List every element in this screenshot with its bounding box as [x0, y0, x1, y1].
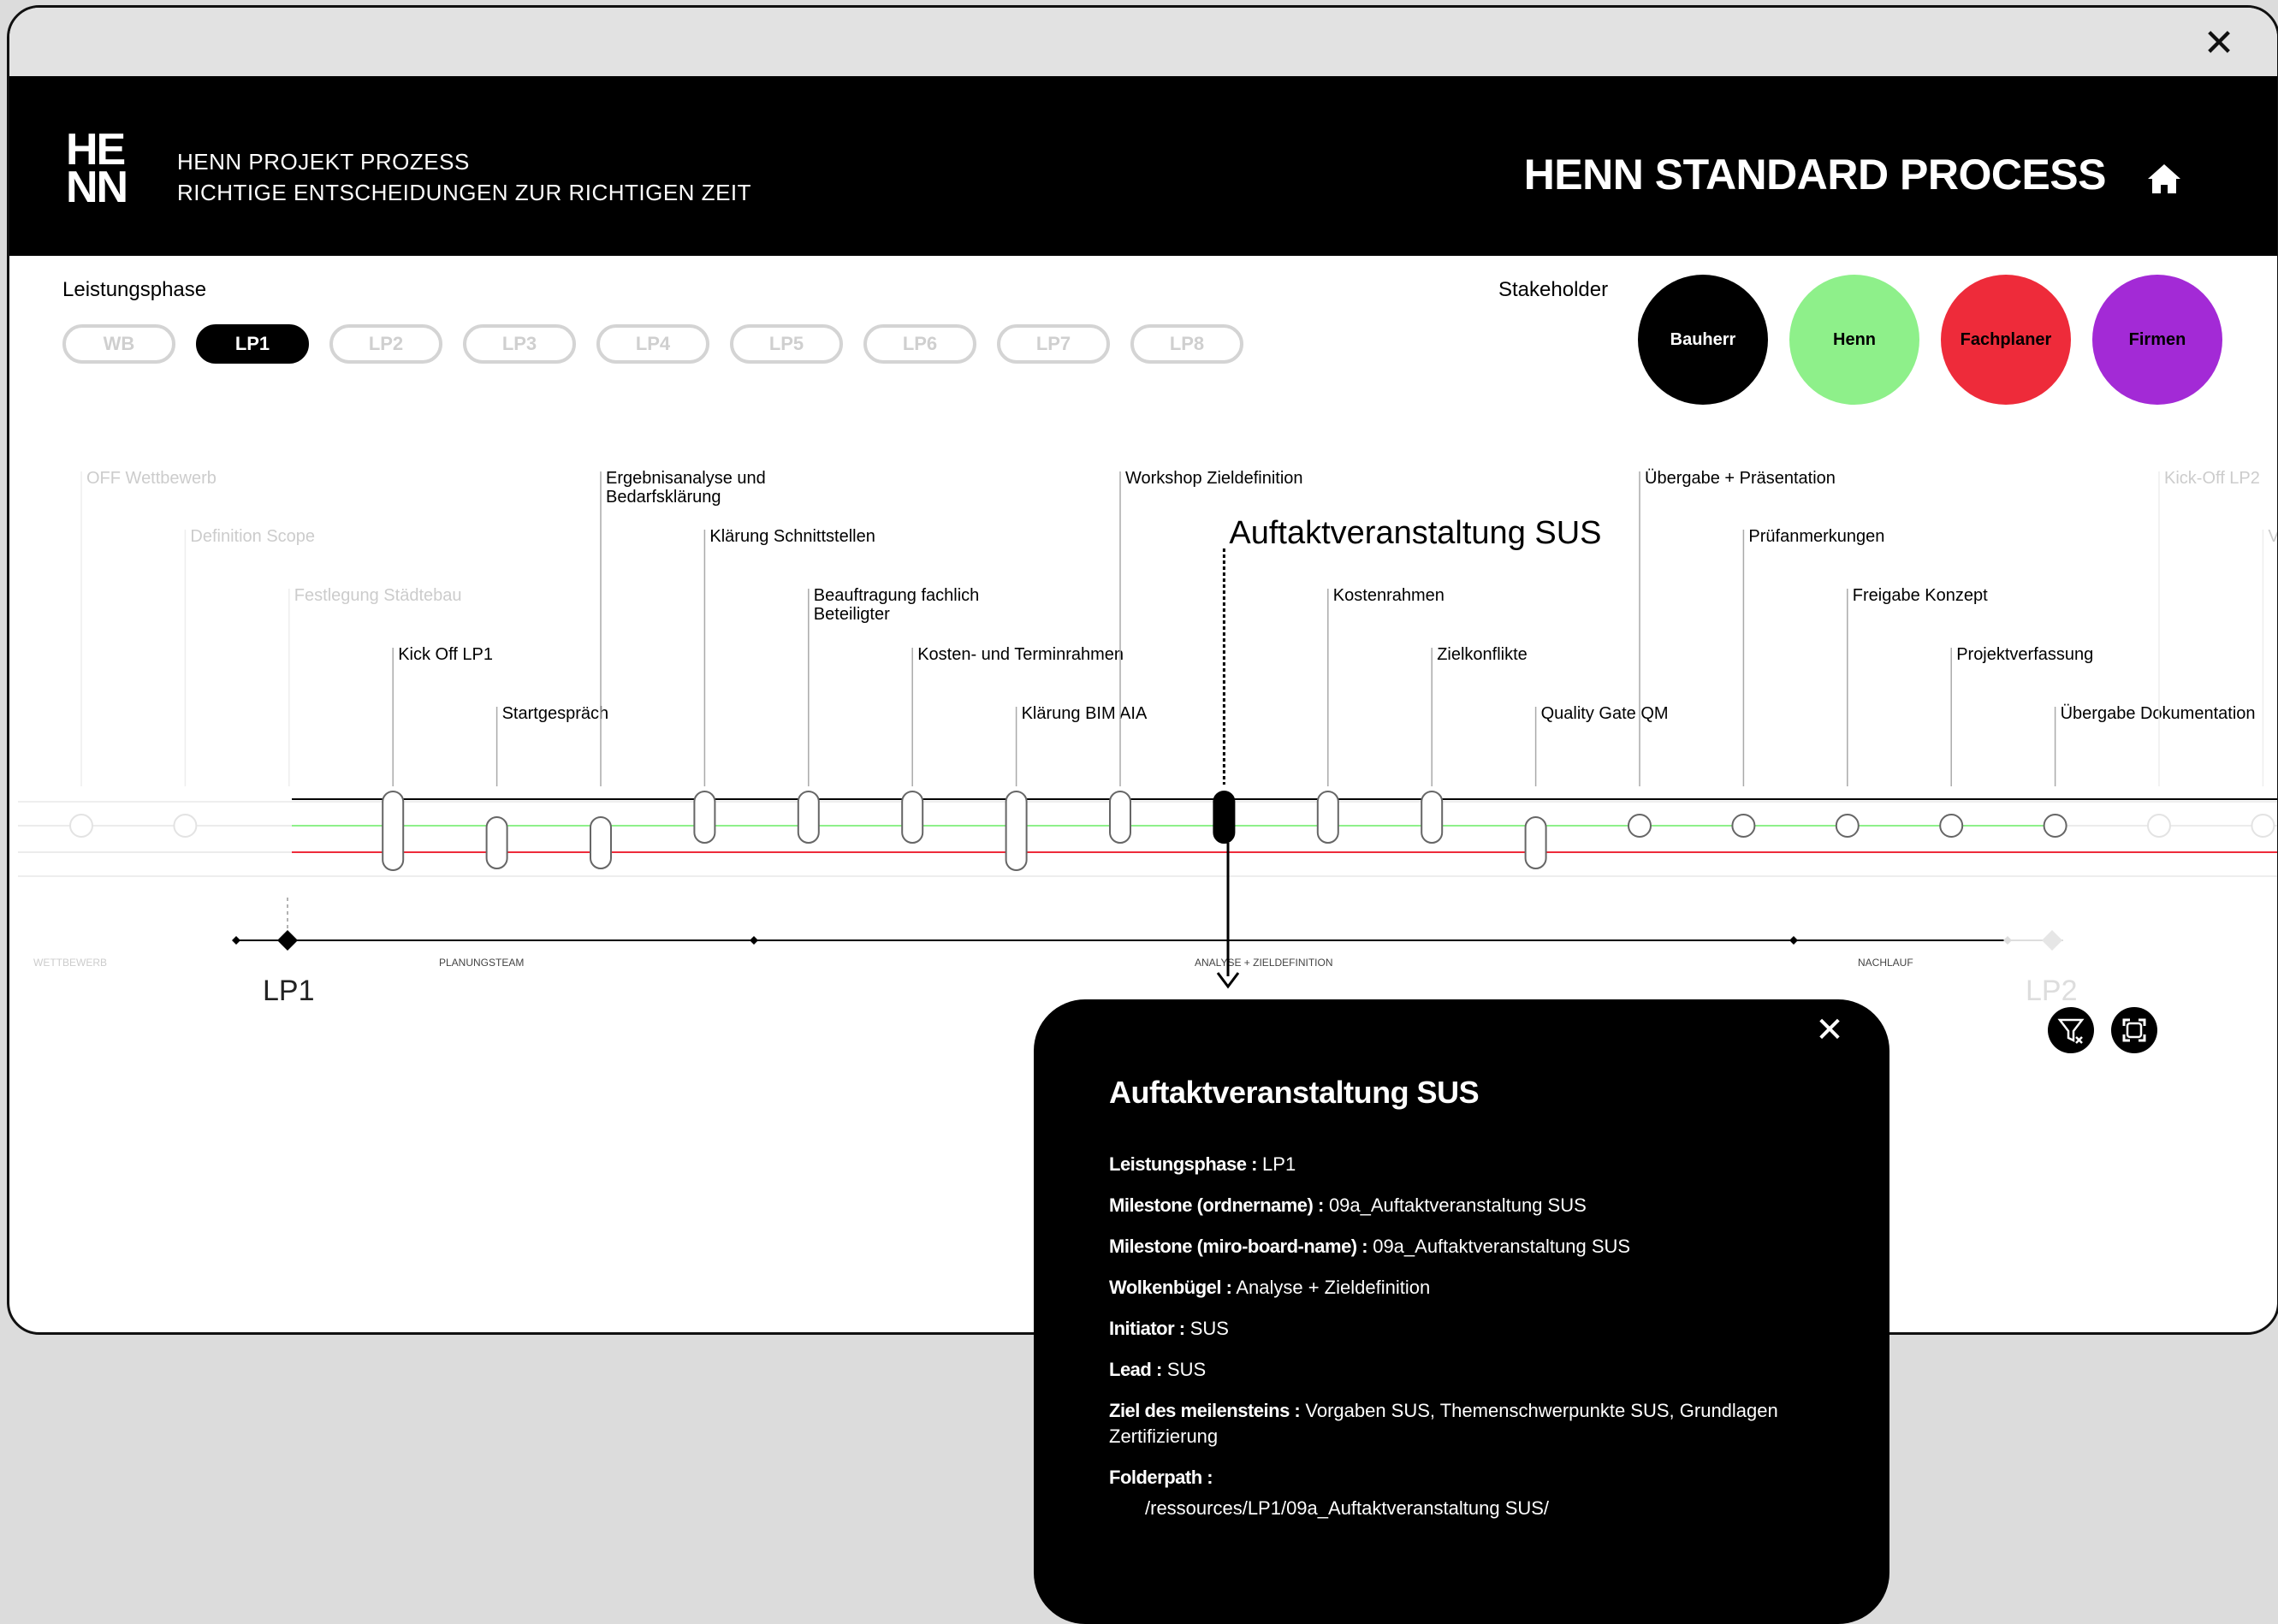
phase-axis-node — [1789, 936, 1798, 945]
popup-field-folderpath: Folderpath : /ressources/LP1/09a_Auftaktv… — [1109, 1465, 1845, 1521]
milestone-marker-kosten-und-terminrahmen[interactable] — [901, 791, 924, 844]
milestone-marker-bergabe-pr-sentation[interactable] — [1628, 814, 1652, 838]
field-key: Initiator : — [1109, 1318, 1185, 1339]
milestone-detail-popup: ✕ Auftaktveranstaltung SUS Leistungsphas… — [1034, 999, 1889, 1624]
field-value: Analyse + Zieldefinition — [1236, 1277, 1431, 1298]
popup-field: Wolkenbügel : Analyse + Zieldefinition — [1109, 1275, 1845, 1301]
field-value: SUS — [1189, 1318, 1229, 1339]
lp1-diamond[interactable] — [277, 930, 298, 951]
field-key: Milestone (ordnername) : — [1109, 1194, 1324, 1216]
milestone-label[interactable]: Kick Off LP1 — [398, 645, 493, 664]
milestone-marker-kostenrahmen[interactable] — [1316, 791, 1339, 844]
milestone-label[interactable]: Beauftragung fachlich Beteiligter — [814, 586, 979, 624]
field-value: SUS — [1166, 1359, 1207, 1380]
lp2-diamond[interactable] — [2042, 930, 2062, 951]
milestone-marker-kl-rung-schnittstellen[interactable] — [693, 791, 716, 844]
milestone-label[interactable]: Vereinbarung — [2268, 527, 2277, 546]
milestone-marker-definition-scope[interactable] — [173, 814, 198, 838]
filter-clear-button[interactable] — [2048, 1007, 2094, 1053]
milestone-label[interactable]: Auftaktveranstaltung SUS — [1229, 515, 1601, 551]
field-key: Leistungsphase : — [1109, 1153, 1257, 1175]
phase-section-label: PLANUNGSTEAM — [439, 957, 524, 969]
field-key: Folderpath : — [1109, 1467, 1213, 1488]
milestone-marker-ergebnisanalyse-und-bedarfskl-rung[interactable] — [590, 816, 612, 869]
milestone-label[interactable]: Prüfanmerkungen — [1748, 527, 1884, 546]
milestone-label[interactable]: Kosten- und Terminrahmen — [917, 645, 1124, 664]
milestone-marker-vereinbarung[interactable] — [2251, 814, 2275, 838]
milestone-marker-beauftragung-fachlich-beteiligter[interactable] — [797, 791, 820, 844]
field-key: Lead : — [1109, 1359, 1162, 1380]
phase-section-label: WETTBEWERB — [33, 957, 107, 969]
milestone-label[interactable]: Projektverfassung — [1956, 645, 2093, 664]
field-value: LP1 — [1262, 1153, 1296, 1175]
fullscreen-icon — [2122, 1018, 2146, 1042]
fullscreen-button[interactable] — [2111, 1007, 2157, 1053]
popup-field: Milestone (ordnername) : 09a_Auftaktvera… — [1109, 1193, 1845, 1218]
milestone-label[interactable]: Freigabe Konzept — [1853, 586, 1988, 605]
popup-field: Ziel des meilensteins : Vorgaben SUS, Th… — [1109, 1398, 1845, 1449]
milestone-marker-bergabe-dokumentation[interactable] — [2043, 814, 2067, 838]
filter-clear-icon — [2057, 1018, 2085, 1044]
phase-axis-node — [232, 936, 240, 945]
milestone-label[interactable]: Übergabe + Präsentation — [1645, 469, 1836, 488]
milestone-label[interactable]: Kick-Off LP2 — [2164, 469, 2260, 488]
close-icon[interactable]: ✕ — [1812, 1013, 1847, 1047]
field-value: 09a_Auftaktveranstaltung SUS — [1373, 1236, 1631, 1257]
milestone-marker-kl-rung-bim-aia[interactable] — [1005, 791, 1028, 871]
milestone-marker-kick-off-lp2[interactable] — [2147, 814, 2171, 838]
milestone-marker-workshop-zieldefinition[interactable] — [1109, 791, 1131, 844]
milestone-label[interactable]: Quality Gate QM — [1541, 704, 1669, 723]
milestone-label[interactable]: Ergebnisanalyse und Bedarfsklärung — [606, 469, 766, 507]
field-key: Milestone (miro-board-name) : — [1109, 1236, 1368, 1257]
phase-section-label: ANALYSE + ZIELDEFINITION — [1195, 957, 1332, 969]
popup-field: Initiator : SUS — [1109, 1316, 1845, 1342]
milestone-label[interactable]: Zielkonflikte — [1437, 645, 1528, 664]
popup-fields: Leistungsphase : LP1 Milestone (ordnernam… — [1109, 1152, 1845, 1537]
milestone-marker-zielkonflikte[interactable] — [1421, 791, 1444, 844]
milestone-marker-startgespr-ch[interactable] — [485, 816, 508, 869]
field-value: 09a_Auftaktveranstaltung SUS — [1328, 1194, 1587, 1216]
milestone-marker-projektverfassung[interactable] — [1939, 814, 1964, 838]
milestone-marker-pr-fanmerkungen[interactable] — [1731, 814, 1756, 838]
milestone-marker-off-wettbewerb[interactable] — [69, 814, 93, 838]
milestone-label[interactable]: Workshop Zieldefinition — [1125, 469, 1303, 488]
milestone-label[interactable]: Definition Scope — [190, 527, 315, 546]
milestone-label[interactable]: OFF Wettbewerb — [86, 469, 217, 488]
folder-path-link[interactable]: /ressources/LP1/09a_Auftaktveranstaltung… — [1109, 1496, 1845, 1521]
popup-title: Auftaktveranstaltung SUS — [1109, 1075, 1480, 1110]
milestone-label[interactable]: Klärung BIM AIA — [1022, 704, 1148, 723]
popup-field: Milestone (miro-board-name) : 09a_Auftak… — [1109, 1234, 1845, 1259]
milestone-label[interactable]: Kostenrahmen — [1333, 586, 1445, 605]
milestone-label[interactable]: Startgespräch — [502, 704, 609, 723]
phase-section-label: NACHLAUF — [1858, 957, 1913, 969]
milestone-label[interactable]: Festlegung Städtebau — [294, 586, 462, 605]
phase-axis-node — [750, 936, 758, 945]
milestone-marker-freigabe-konzept[interactable] — [1835, 814, 1860, 838]
popup-field: Leistungsphase : LP1 — [1109, 1152, 1845, 1177]
milestone-label[interactable]: Übergabe Dokumentation — [2061, 704, 2256, 723]
lp-next-label: LP2 — [2026, 975, 2078, 1007]
popup-field: Lead : SUS — [1109, 1357, 1845, 1383]
milestone-label[interactable]: Klärung Schnittstellen — [709, 527, 875, 546]
milestone-marker-selected[interactable] — [1213, 791, 1236, 844]
field-key: Ziel des meilensteins : — [1109, 1400, 1301, 1421]
milestone-marker-quality-gate-qm[interactable] — [1524, 816, 1547, 869]
milestone-marker-kick-off-lp1[interactable] — [382, 791, 405, 871]
lp-current-label: LP1 — [263, 975, 315, 1007]
field-key: Wolkenbügel : — [1109, 1277, 1232, 1298]
phase-axis-node — [2003, 936, 2012, 945]
